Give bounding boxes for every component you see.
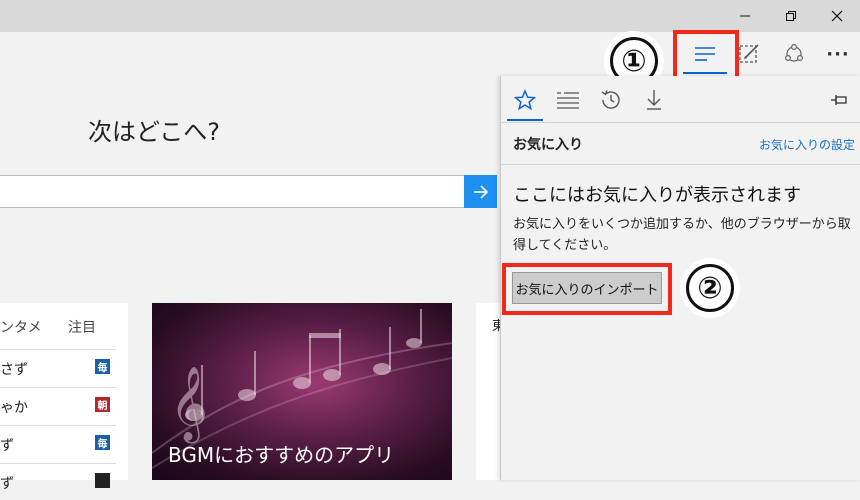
search-box xyxy=(0,175,498,208)
news-row-text: ず xyxy=(0,476,14,492)
pin-button[interactable] xyxy=(817,82,860,118)
news-row[interactable]: ず 毎 xyxy=(0,425,116,462)
active-tab-indicator xyxy=(507,119,543,121)
news-row-text: さず xyxy=(0,362,28,378)
restore-icon xyxy=(786,11,796,21)
history-icon xyxy=(601,90,620,109)
restore-button[interactable] xyxy=(768,0,814,32)
close-button[interactable] xyxy=(814,0,860,32)
news-row[interactable]: ず xyxy=(0,463,116,500)
svg-text:𝄞: 𝄞 xyxy=(170,367,208,444)
news-row-text: ず xyxy=(0,438,14,454)
web-note-button[interactable] xyxy=(727,34,771,74)
import-favorites-button[interactable]: お気に入りのインポート xyxy=(512,272,662,304)
news-row-text: ゃか xyxy=(0,400,28,416)
divider xyxy=(501,164,860,165)
favorites-settings-link[interactable]: お気に入りの設定 xyxy=(759,136,855,153)
star-icon xyxy=(514,89,536,111)
browser-toolbar: ··· xyxy=(0,32,860,76)
hub-icon xyxy=(695,47,715,61)
empty-state-heading: ここにはお気に入りが表示されます xyxy=(513,185,801,206)
tab-reading-list[interactable] xyxy=(546,82,590,118)
news-source-badge: 朝 xyxy=(95,397,110,412)
close-icon xyxy=(831,10,843,22)
news-row[interactable]: ゃか 朝 xyxy=(0,387,116,424)
tab-featured[interactable]: 注目 xyxy=(68,317,96,337)
tab-downloads[interactable] xyxy=(632,82,676,118)
news-row[interactable]: さず 毎 xyxy=(0,349,116,386)
tab-history[interactable] xyxy=(589,82,633,118)
tab-entertainment[interactable]: ンタメ xyxy=(0,317,42,337)
news-card: ンタメ 注目 さず 毎 ゃか 朝 ず 毎 ず xyxy=(0,303,128,492)
panel-title: お気に入り xyxy=(513,137,583,153)
reading-list-icon xyxy=(557,92,579,109)
step-2-label: ② xyxy=(686,264,734,312)
minimize-icon xyxy=(740,15,750,17)
share-icon xyxy=(784,43,804,62)
more-button[interactable]: ··· xyxy=(816,34,860,74)
divider xyxy=(501,122,860,123)
news-source-badge: 毎 xyxy=(95,435,110,450)
empty-state-body: お気に入りをいくつか追加するか、他のブラウザーから取得してください。 xyxy=(513,217,851,253)
hub-button[interactable] xyxy=(683,34,727,74)
arrow-right-icon xyxy=(473,184,488,199)
news-source-badge xyxy=(95,473,110,488)
page-headline: 次はどこへ? xyxy=(88,118,221,146)
search-go-button[interactable] xyxy=(464,175,497,208)
search-input[interactable] xyxy=(0,175,465,208)
web-note-icon xyxy=(739,44,759,63)
hub-active-indicator xyxy=(683,72,727,74)
hub-panel: お気に入り お気に入りの設定 ここにはお気に入りが表示されます お気に入りをいく… xyxy=(500,76,860,480)
tab-favorites[interactable] xyxy=(503,82,547,118)
step-2-marker: ② xyxy=(680,258,740,318)
news-source-badge: 毎 xyxy=(95,359,110,374)
share-button[interactable] xyxy=(772,34,816,74)
feature-card-caption: BGMにおすすめのアプリ xyxy=(168,443,395,467)
download-icon xyxy=(647,90,661,110)
title-bar xyxy=(0,0,860,32)
pin-icon xyxy=(831,95,847,105)
feature-card[interactable]: 𝄞 BGMにおすすめのアプリ xyxy=(152,303,452,480)
minimize-button[interactable] xyxy=(722,0,768,32)
hub-tabs xyxy=(501,76,860,122)
